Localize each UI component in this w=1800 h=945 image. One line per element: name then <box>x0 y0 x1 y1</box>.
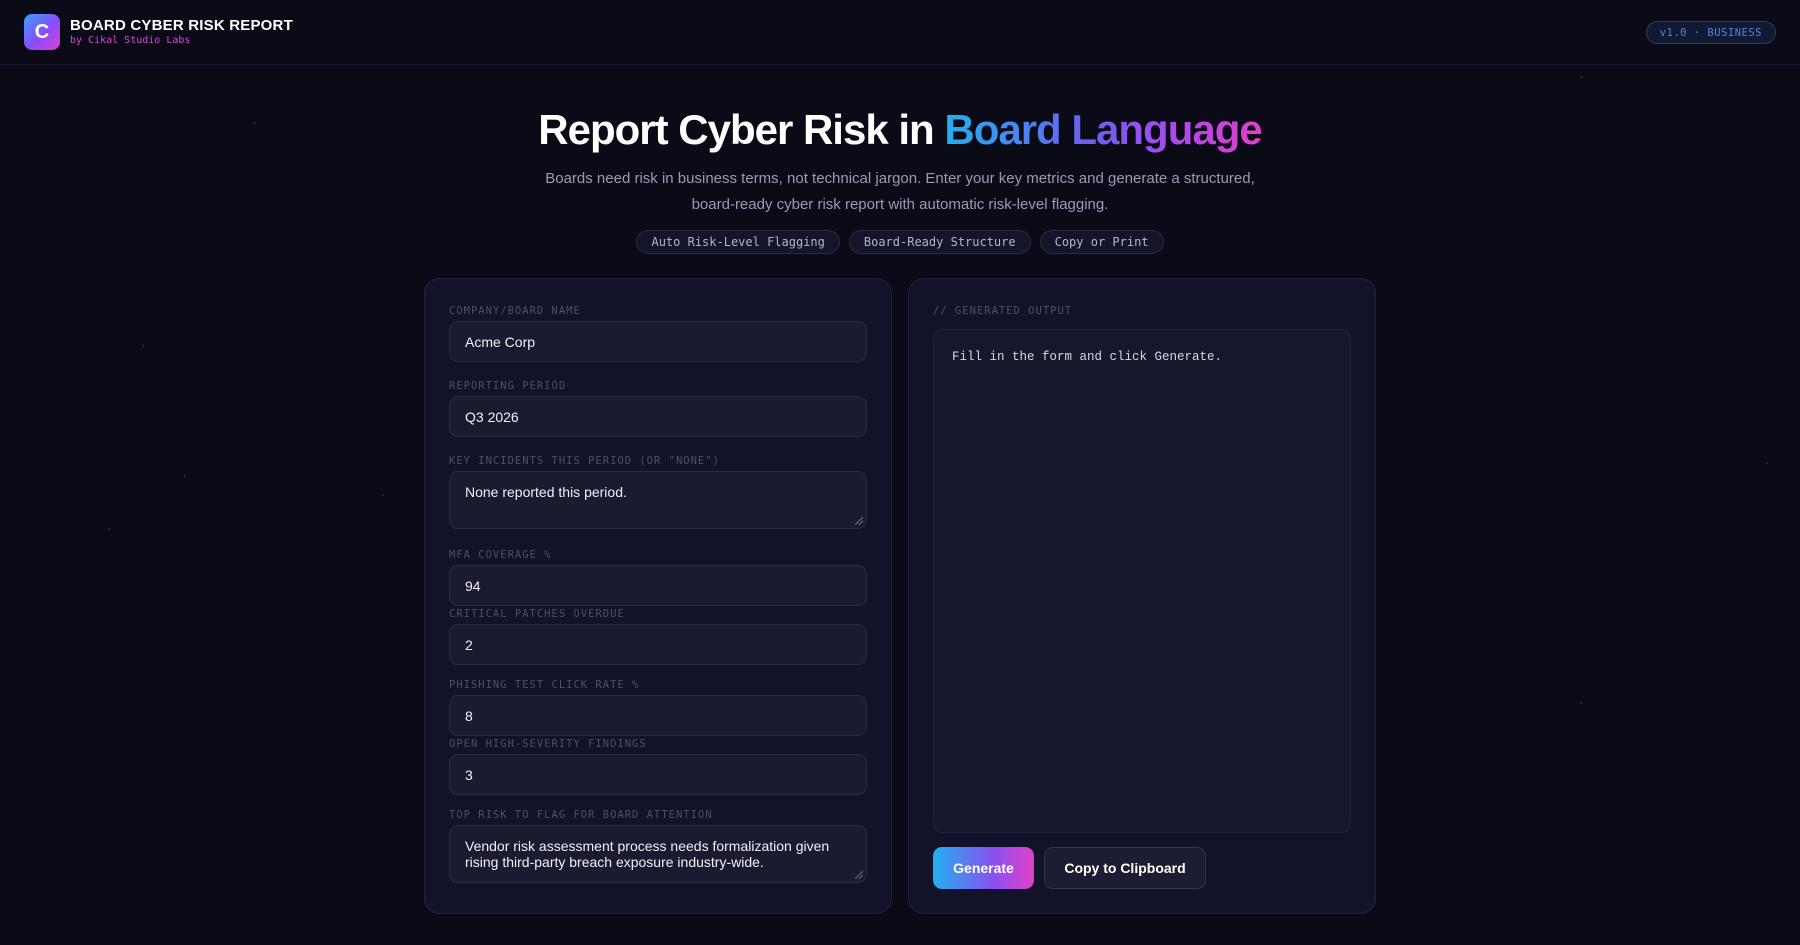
top-bar: C BOARD CYBER RISK REPORT by Cikal Studi… <box>0 0 1800 65</box>
background-speck <box>108 528 110 530</box>
critical-patches-input[interactable]: 2 <box>449 624 867 665</box>
background-speck <box>142 345 144 347</box>
phishing-rate-label: PHISHING TEST CLICK RATE % <box>449 679 640 691</box>
background-speck <box>1766 462 1768 464</box>
feature-chips: Auto Risk-Level Flagging Board-Ready Str… <box>0 230 1800 254</box>
page-description: Boards need risk in business terms, not … <box>500 166 1300 218</box>
app-title: BOARD CYBER RISK REPORT <box>70 17 293 34</box>
company-name-input[interactable]: Acme Corp <box>449 321 867 362</box>
key-incidents-label: KEY INCIDENTS THIS PERIOD (OR "NONE") <box>449 455 720 467</box>
generated-output-box[interactable]: Fill in the form and click Generate. <box>933 329 1351 833</box>
page-title-plain: Report Cyber Risk in <box>538 106 945 153</box>
reporting-period-input[interactable]: Q3 2026 <box>449 396 867 437</box>
mfa-coverage-input[interactable]: 94 <box>449 565 867 606</box>
generate-button[interactable]: Generate <box>933 847 1034 889</box>
reporting-period-label: REPORTING PERIOD <box>449 380 567 392</box>
mfa-coverage-label: MFA COVERAGE % <box>449 549 552 561</box>
version-badge: v1.0 · BUSINESS <box>1645 21 1776 44</box>
output-label: // GENERATED OUTPUT <box>933 305 1073 317</box>
background-speck <box>184 475 186 477</box>
chip-auto-flagging: Auto Risk-Level Flagging <box>636 230 840 254</box>
page-title: Report Cyber Risk in Board Language <box>0 106 1800 154</box>
copy-to-clipboard-button[interactable]: Copy to Clipboard <box>1044 847 1206 889</box>
page-description-line-1: Boards need risk in business terms, not … <box>545 170 1255 187</box>
resize-grip-icon[interactable] <box>855 517 863 525</box>
high-severity-findings-input[interactable]: 3 <box>449 754 867 795</box>
critical-patches-label: CRITICAL PATCHES OVERDUE <box>449 608 625 620</box>
page-description-line-2: board-ready cyber risk report with autom… <box>691 196 1109 213</box>
high-severity-findings-label: OPEN HIGH-SEVERITY FINDINGS <box>449 738 647 750</box>
key-incidents-textarea[interactable]: None reported this period. <box>449 471 867 529</box>
page-title-highlight: Board Language <box>944 106 1262 153</box>
top-risk-textarea[interactable]: Vendor risk assessment process needs for… <box>449 825 867 883</box>
resize-grip-icon[interactable] <box>855 871 863 879</box>
top-risk-label: TOP RISK TO FLAG FOR BOARD ATTENTION <box>449 809 713 821</box>
company-name-label: COMPANY/BOARD NAME <box>449 305 581 317</box>
phishing-rate-input[interactable]: 8 <box>449 695 867 736</box>
background-speck <box>1580 76 1582 78</box>
output-placeholder: Fill in the form and click Generate. <box>952 350 1223 364</box>
background-speck <box>1580 702 1582 704</box>
background-speck <box>382 494 384 496</box>
input-form-panel: COMPANY/BOARD NAME Acme Corp REPORTING P… <box>424 278 892 914</box>
chip-copy-print: Copy or Print <box>1039 230 1164 254</box>
app-logo: C <box>24 14 60 50</box>
output-panel: // GENERATED OUTPUT Fill in the form and… <box>908 278 1376 914</box>
chip-board-ready: Board-Ready Structure <box>848 230 1031 254</box>
key-incidents-value: None reported this period. <box>465 484 627 500</box>
app-subtitle: by Cikal Studio Labs <box>70 35 191 46</box>
top-risk-value: Vendor risk assessment process needs for… <box>465 838 830 870</box>
